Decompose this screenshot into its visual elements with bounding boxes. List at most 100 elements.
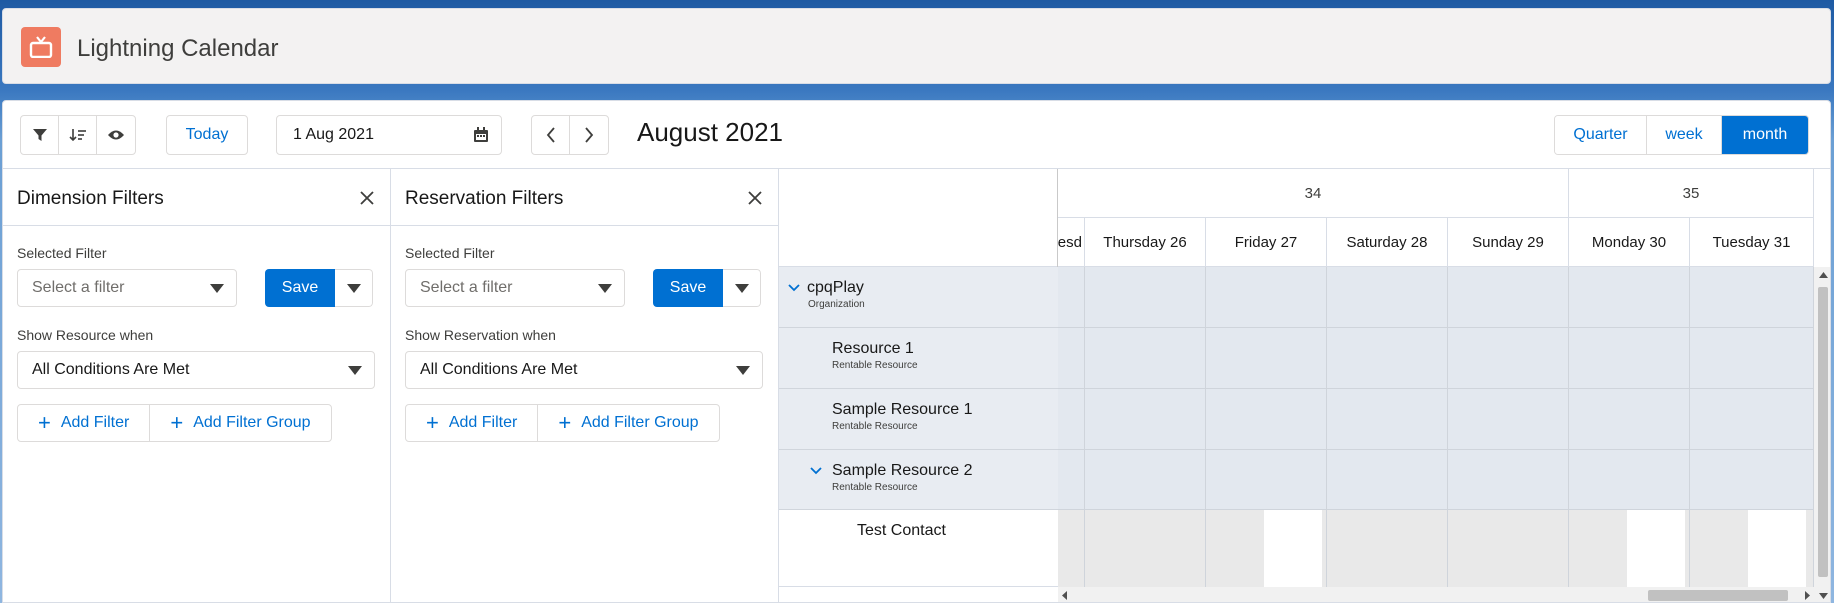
- filter-select-placeholder: Select a filter: [32, 279, 125, 296]
- vertical-scrollbar[interactable]: [1814, 267, 1830, 602]
- day-header: Friday 27: [1206, 218, 1327, 267]
- filter-select[interactable]: Select a filter: [405, 269, 625, 307]
- view-switcher: Quarter week month: [1554, 115, 1809, 155]
- resource-column-header: [779, 169, 1057, 267]
- add-filter-button[interactable]: + Add Filter: [406, 405, 539, 441]
- day-header: Saturday 28: [1327, 218, 1448, 267]
- add-filter-label: Add Filter: [448, 414, 518, 431]
- toolbar-icon-group: [20, 115, 136, 155]
- reservation-filters-header: Reservation Filters: [391, 169, 778, 226]
- calendar-icon[interactable]: [473, 127, 489, 143]
- dimension-filters-panel: Dimension Filters Selected Filter Select…: [3, 169, 391, 602]
- day-header: Monday 30: [1569, 218, 1690, 267]
- show-reservation-when-label: Show Reservation when: [405, 327, 556, 343]
- add-filter-group: + Add Filter + Add Filter Group: [17, 404, 332, 442]
- filter-select[interactable]: Select a filter: [17, 269, 237, 307]
- add-filter-group-button[interactable]: + Add Filter Group: [150, 405, 330, 441]
- resource-name: Resource 1: [832, 340, 914, 357]
- save-button[interactable]: Save: [653, 269, 723, 307]
- condition-value: All Conditions Are Met: [420, 361, 578, 378]
- chevron-down-icon[interactable]: [787, 283, 801, 293]
- caret-down-icon: [736, 366, 750, 375]
- filter-icon: [32, 129, 47, 141]
- caret-down-icon: [598, 284, 612, 293]
- horizontal-scrollbar[interactable]: [1058, 587, 1814, 602]
- close-icon[interactable]: [748, 191, 762, 205]
- view-options-button[interactable]: [97, 116, 135, 154]
- resource-row[interactable]: Test Contact: [779, 510, 1058, 602]
- save-button[interactable]: Save: [265, 269, 335, 307]
- app-title: Lightning Calendar: [77, 35, 279, 62]
- sort-icon: [68, 129, 86, 142]
- day-header: Thursday 26: [1085, 218, 1206, 267]
- day-column: [1569, 267, 1690, 587]
- save-menu-button[interactable]: [335, 269, 373, 307]
- day-header: Tuesday 31: [1690, 218, 1814, 267]
- view-week-button[interactable]: week: [1647, 116, 1722, 154]
- condition-select[interactable]: All Conditions Are Met: [405, 351, 763, 389]
- chevron-right-icon: [585, 127, 594, 143]
- chevron-left-icon: [546, 127, 555, 143]
- date-value: 1 Aug 2021: [293, 126, 374, 143]
- month-title: August 2021: [637, 117, 784, 147]
- calendar-grid: cpqPlay Organization Resource 1 Rentable…: [779, 169, 1830, 602]
- selected-filter-label: Selected Filter: [405, 245, 495, 261]
- close-icon[interactable]: [360, 191, 374, 205]
- scroll-up-icon[interactable]: [1819, 272, 1828, 278]
- plus-icon: +: [426, 410, 439, 435]
- next-month-button[interactable]: [570, 116, 608, 154]
- panel-title: Reservation Filters: [405, 188, 564, 209]
- add-filter-button[interactable]: + Add Filter: [18, 405, 151, 441]
- today-button[interactable]: Today: [166, 115, 248, 155]
- view-month-button[interactable]: month: [1722, 116, 1808, 154]
- sort-button[interactable]: [59, 116, 97, 154]
- filter-button[interactable]: [21, 116, 59, 154]
- scroll-left-icon[interactable]: [1062, 591, 1068, 600]
- tv-icon: [21, 27, 61, 67]
- scroll-down-icon[interactable]: [1819, 593, 1828, 599]
- plus-icon: +: [38, 410, 51, 435]
- view-quarter-button[interactable]: Quarter: [1555, 116, 1647, 154]
- show-resource-when-label: Show Resource when: [17, 327, 154, 343]
- resource-row[interactable]: Resource 1 Rentable Resource: [779, 328, 1058, 389]
- selected-filter-label: Selected Filter: [17, 245, 107, 261]
- panel-title: Dimension Filters: [17, 188, 164, 209]
- vertical-scroll-thumb[interactable]: [1818, 287, 1828, 577]
- day-column: [1690, 267, 1814, 587]
- resource-name: Sample Resource 2: [832, 462, 973, 479]
- week-header: 35: [1569, 169, 1814, 218]
- previous-month-button[interactable]: [532, 116, 570, 154]
- resource-row[interactable]: Sample Resource 2 Rentable Resource: [779, 450, 1058, 510]
- day-header: Sunday 29: [1448, 218, 1569, 267]
- dimension-filters-header: Dimension Filters: [3, 169, 390, 226]
- calendar-card: Today 1 Aug 2021 August 2021 Quarter wee…: [2, 100, 1831, 603]
- resource-column: cpqPlay Organization Resource 1 Rentable…: [779, 169, 1058, 602]
- eye-icon: [108, 130, 124, 140]
- day-column: [1327, 267, 1448, 587]
- chevron-down-icon[interactable]: [809, 466, 823, 476]
- horizontal-scroll-thumb[interactable]: [1648, 590, 1788, 601]
- day-column: [1085, 267, 1206, 587]
- add-filter-group-label: Add Filter Group: [193, 414, 311, 431]
- resource-type: Organization: [808, 299, 865, 310]
- condition-select[interactable]: All Conditions Are Met: [17, 351, 375, 389]
- add-filter-group-label: Add Filter Group: [581, 414, 699, 431]
- resource-row[interactable]: cpqPlay Organization: [779, 267, 1058, 328]
- resource-row[interactable]: Sample Resource 1 Rentable Resource: [779, 389, 1058, 450]
- add-filter-group: + Add Filter + Add Filter Group: [405, 404, 720, 442]
- scroll-right-icon[interactable]: [1804, 591, 1810, 600]
- caret-down-icon: [348, 366, 362, 375]
- filter-select-placeholder: Select a filter: [420, 279, 513, 296]
- resource-name: Test Contact: [857, 522, 946, 539]
- row-divider: [779, 586, 1058, 587]
- resource-name: Sample Resource 1: [832, 401, 973, 418]
- caret-down-icon: [735, 284, 749, 293]
- save-menu-button[interactable]: [723, 269, 761, 307]
- day-column: [1206, 267, 1327, 587]
- date-input[interactable]: 1 Aug 2021: [276, 115, 502, 155]
- resource-name: cpqPlay: [807, 279, 864, 296]
- month-nav-group: [531, 115, 609, 155]
- add-filter-group-button[interactable]: + Add Filter Group: [538, 405, 718, 441]
- add-filter-label: Add Filter: [60, 414, 130, 431]
- reservation-filters-panel: Reservation Filters Selected Filter Sele…: [391, 169, 779, 602]
